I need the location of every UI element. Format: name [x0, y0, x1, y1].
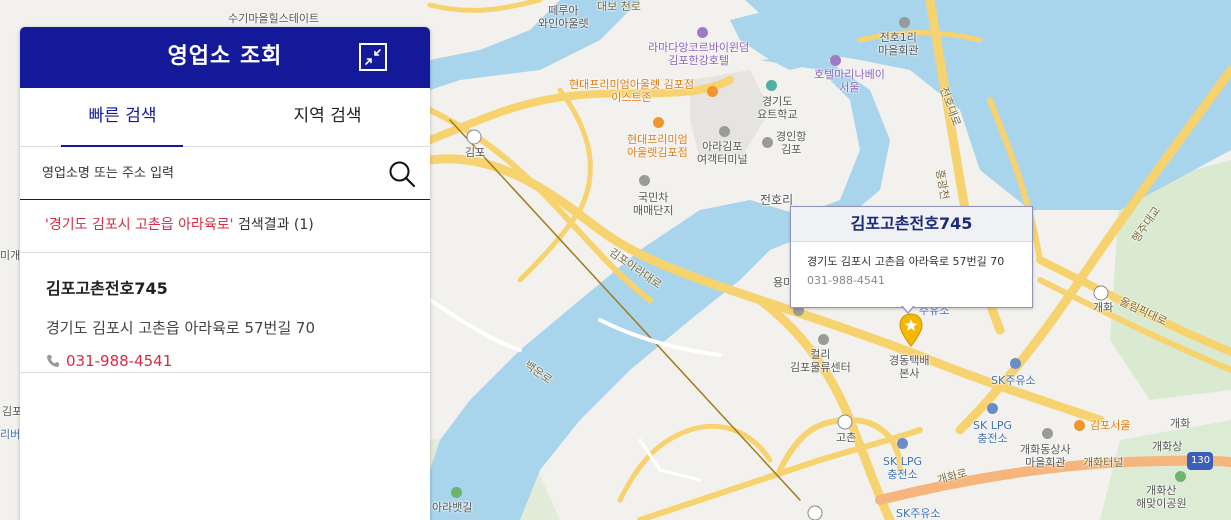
map-label-ramada: 라마다앙코르바이윈덤 김포한강호텔	[648, 41, 750, 67]
ic-marker	[466, 129, 482, 145]
popup-tail	[901, 305, 915, 314]
hotel-icon	[830, 55, 841, 66]
tab-region-search[interactable]: 지역 검색	[225, 88, 430, 146]
food-icon	[1074, 420, 1085, 431]
poi-icon	[639, 175, 650, 186]
map-label-hyundai-east: 현대프리미엄아울렛 김포점 이스트존	[569, 78, 694, 104]
result-summary: '경기도 김포시 고촌읍 아라육로' 검색결과 (1)	[20, 200, 430, 253]
poi-icon	[719, 126, 730, 137]
map-label-gaehwa-2: 개화	[1170, 417, 1191, 430]
map-label-ara-terminal: 아라김포 여객터미널	[697, 140, 748, 166]
collapse-button[interactable]	[359, 43, 387, 71]
popup-title: 김포고촌전호745	[791, 207, 1032, 242]
map-label-gaehwa-hall: 개화동상사 마을회관	[1020, 443, 1071, 469]
branch-info-popup: 김포고촌전호745 경기도 김포시 고촌읍 아라육로 57번길 70 031-9…	[790, 206, 1033, 314]
map-label-kurly: 컬리 김포물류센터	[790, 348, 851, 374]
gas-station-icon	[1010, 358, 1021, 369]
popup-address: 경기도 김포시 고촌읍 아라육로 57번길 70	[807, 255, 1005, 268]
result-query: '경기도 김포시 고촌읍 아라육로'	[45, 217, 234, 233]
map-label-daebo-road: 대보 천로	[597, 0, 641, 13]
park-icon	[451, 487, 462, 498]
map-label-kyungdong: 경동택배 본사	[889, 354, 930, 380]
map-label-terroir: 떼루아 와인아울렛	[538, 4, 589, 30]
ic-marker	[1093, 285, 1109, 301]
ic-marker	[837, 414, 853, 430]
location-marker-icon[interactable]	[898, 313, 924, 347]
map-label-gaehwa-tunnel: 개화터널	[1083, 456, 1124, 469]
result-phone-row: 031-988-4541	[46, 352, 430, 370]
route-shield-number: 130	[1191, 455, 1211, 466]
school-icon	[766, 80, 777, 91]
map-label-gimpo-seoul: 김포서울	[1090, 419, 1131, 432]
panel-header: 영업소 조회	[20, 27, 430, 88]
poi-icon	[762, 137, 773, 148]
map-label-sk-lpg-2: SK LPG 충전소	[883, 455, 922, 481]
poi-icon	[818, 334, 829, 345]
tab-quick-search[interactable]: 빠른 검색	[20, 88, 225, 147]
result-count: 검색결과 (1)	[233, 217, 314, 233]
search-icon[interactable]	[387, 159, 417, 189]
shopping-icon	[707, 86, 718, 97]
ic-marker	[807, 505, 823, 520]
map-label-sugi: 수기마을힐스테이트	[228, 12, 320, 25]
map-label-jeonho1ri: 전호1리 마을회관	[878, 31, 919, 57]
map-label-marinabay: 호텔마리나베이 서울	[814, 68, 885, 94]
poi-icon	[899, 17, 910, 28]
branch-search-panel: 영업소 조회 빠른 검색 지역 검색 '경기도 김포시 고촌읍 아라육로' 검색…	[20, 27, 430, 520]
map-label-gaehwasang: 개화상	[1152, 440, 1183, 453]
map-label-sk-gas-1: SK주유소	[991, 374, 1036, 387]
map-label-gochon: 고촌	[836, 431, 857, 444]
popup-phone: 031-988-4541	[807, 274, 885, 287]
map-label-hyundai-gimpo: 현대프리미엄 아울렛김포점	[627, 133, 688, 159]
phone-icon	[47, 355, 59, 367]
search-row	[20, 147, 430, 200]
search-tabs: 빠른 검색 지역 검색	[20, 88, 430, 147]
map-label-yacht-school: 경기도 요트학교	[757, 95, 798, 121]
map-label-jeonhori: 전호리	[760, 193, 794, 207]
map-label-left-edge-2: 리버	[0, 428, 21, 441]
poi-icon	[1042, 428, 1053, 439]
collapse-icon	[365, 49, 381, 65]
map-label-gukminca: 국민차 매매단지	[633, 191, 674, 217]
result-phone[interactable]: 031-988-4541	[66, 352, 172, 370]
park-icon	[1175, 471, 1186, 482]
gas-station-icon	[897, 438, 908, 449]
search-input[interactable]	[42, 159, 372, 187]
hotel-icon	[697, 27, 708, 38]
map-label-arabaetgil: 아라뱃길	[432, 501, 473, 514]
map-label-gaehwasan: 개화산 해맞이공원	[1136, 484, 1187, 510]
map-label-sk-gas-2: SK주유소	[896, 507, 941, 520]
result-address: 경기도 김포시 고촌읍 아라육로 57번길 70	[46, 319, 316, 337]
map-label-gyeonginhang: 경인항 김포	[776, 130, 807, 156]
map-label-sk-lpg-1: SK LPG 충전소	[973, 419, 1012, 445]
result-name: 김포고촌전호745	[46, 279, 168, 298]
shopping-icon	[653, 117, 664, 128]
gas-station-icon	[987, 403, 998, 414]
map-label-gimpo-ic: 김포	[465, 146, 486, 159]
result-item[interactable]: 김포고촌전호745 경기도 김포시 고촌읍 아라육로 57번길 70 031-9…	[20, 253, 430, 373]
map-label-gaehwa-ic: 개화	[1093, 301, 1114, 314]
